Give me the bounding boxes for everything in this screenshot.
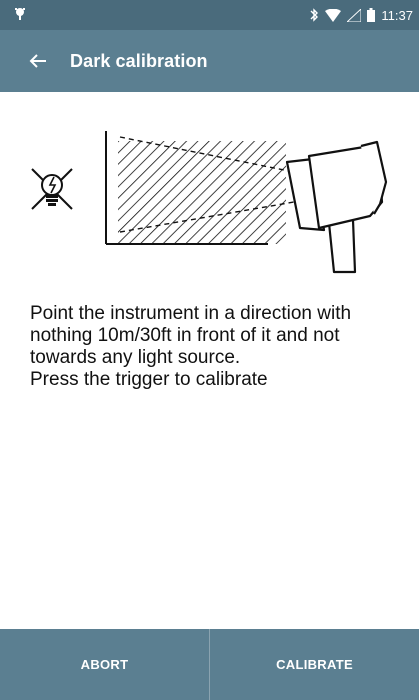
instructions-text: Point the instrument in a direction with… [30,303,352,368]
instructions: Point the instrument in a direction with… [30,303,410,391]
arrow-left-icon [29,54,46,68]
instrument-icon [285,140,388,274]
bluetooth-icon [309,8,319,22]
no-light-bulb-icon [31,168,73,210]
battery-icon [367,8,376,22]
abort-button[interactable]: ABORT [0,629,209,700]
back-button[interactable] [26,49,50,73]
calibration-illustration [31,131,388,274]
main-content: Point the instrument in a direction with… [0,92,419,629]
notification-icon [14,7,26,24]
status-bar: 11:37 [0,0,419,30]
signal-icon [347,8,362,22]
status-icons: 11:37 [309,8,413,23]
calibrate-button[interactable]: CALIBRATE [210,629,419,700]
instructions-trigger-text: Press the trigger to calibrate [30,369,268,390]
status-time: 11:37 [381,7,413,23]
app-bar: Dark calibration [0,30,419,92]
bottom-action-bar: ABORT CALIBRATE [0,629,419,700]
wifi-icon [325,8,342,22]
page-title: Dark calibration [70,50,208,71]
hatched-target-area [105,131,295,245]
